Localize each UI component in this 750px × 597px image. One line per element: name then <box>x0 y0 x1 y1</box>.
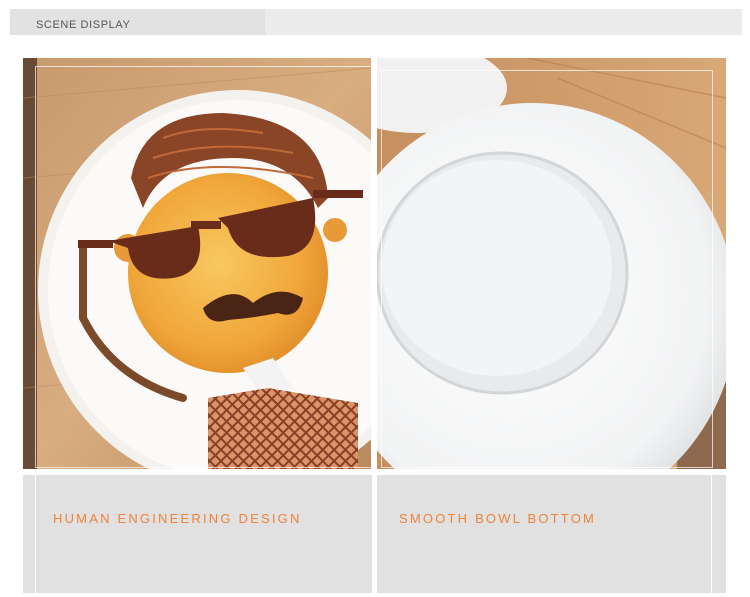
caption-box-left: HUMAN ENGINEERING DESIGN <box>23 475 372 593</box>
caption-human-engineering: HUMAN ENGINEERING DESIGN <box>53 511 302 526</box>
product-photo-plate-bottom <box>377 58 726 469</box>
caption-box-right: SMOOTH BOWL BOTTOM <box>377 475 726 593</box>
product-photo-illustrated-plate <box>23 58 371 469</box>
caption-divider-right <box>711 475 712 593</box>
caption-smooth-bowl-bottom: SMOOTH BOWL BOTTOM <box>399 511 597 526</box>
caption-divider-left <box>35 475 36 593</box>
section-title: SCENE DISPLAY <box>36 19 131 31</box>
